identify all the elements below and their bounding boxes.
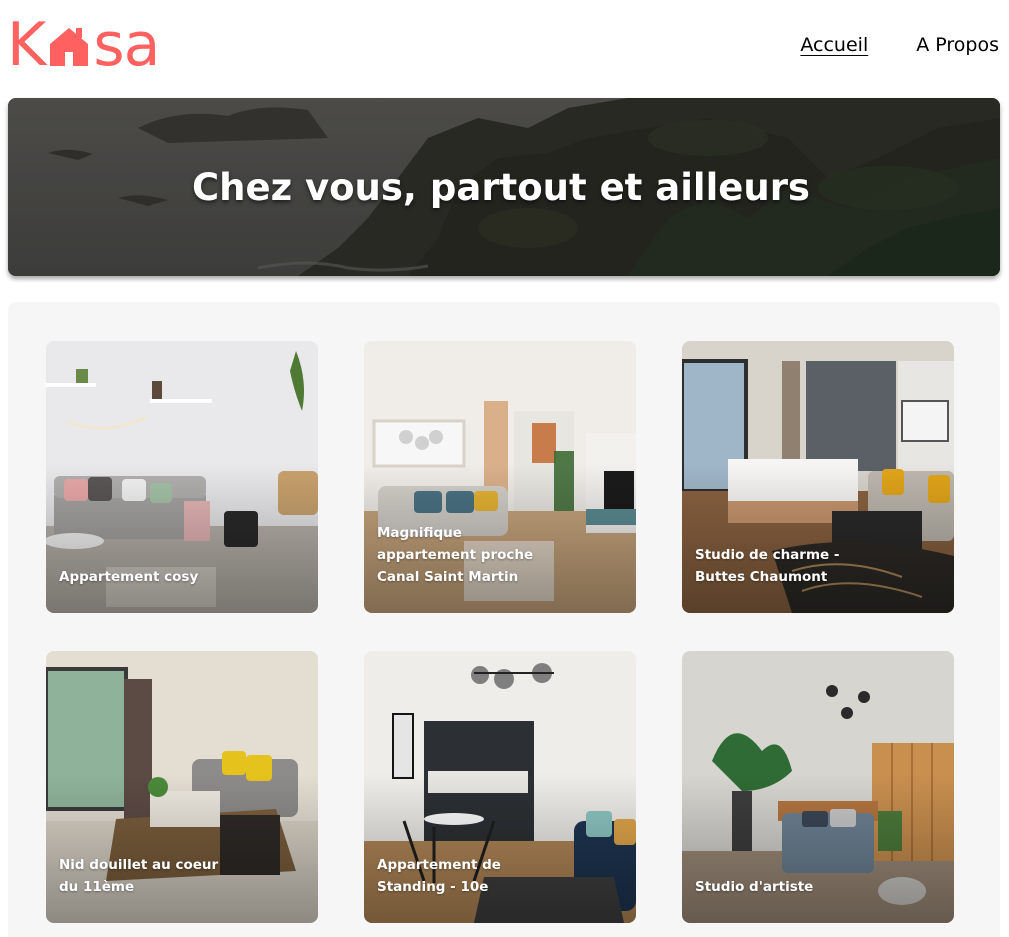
listing-title: Studio d'artiste	[695, 878, 814, 895]
logo-letter-k: K	[7, 10, 46, 80]
hero-banner: Chez vous, partout et ailleurs	[8, 98, 1000, 276]
listing-title: Appartement de Standing - 10e	[377, 856, 501, 895]
header: K sa Accueil A Propos	[0, 0, 1009, 98]
listing-card[interactable]: Studio d'artiste	[682, 651, 954, 923]
listing-title: Studio de charme - Buttes Chaumont	[695, 546, 840, 585]
listing-title: Nid douillet au coeur du 11ème	[59, 856, 219, 895]
listing-card[interactable]: Nid douillet au coeur du 11ème	[46, 651, 318, 923]
listings-gallery: Appartement cosy Magnifique appartement …	[8, 302, 1000, 937]
page: K sa Accueil A Propos Chez vous, partout…	[0, 0, 1009, 937]
house-icon	[50, 28, 89, 66]
listing-title: Appartement cosy	[59, 568, 199, 585]
nav-link-accueil[interactable]: Accueil	[800, 34, 868, 56]
listing-card[interactable]: Appartement de Standing - 10e	[364, 651, 636, 923]
main-nav: Accueil A Propos	[800, 34, 999, 56]
logo-letters-sa: sa	[93, 10, 160, 80]
kasa-logo[interactable]: K sa	[7, 10, 160, 80]
listing-card[interactable]: Studio de charme - Buttes Chaumont	[682, 341, 954, 613]
listing-card[interactable]: Appartement cosy	[46, 341, 318, 613]
listing-title: Magnifique appartement proche Canal Sain…	[377, 524, 534, 585]
banner-title: Chez vous, partout et ailleurs	[192, 165, 810, 209]
listing-card[interactable]: Magnifique appartement proche Canal Sain…	[364, 341, 636, 613]
nav-link-a-propos[interactable]: A Propos	[916, 34, 999, 56]
